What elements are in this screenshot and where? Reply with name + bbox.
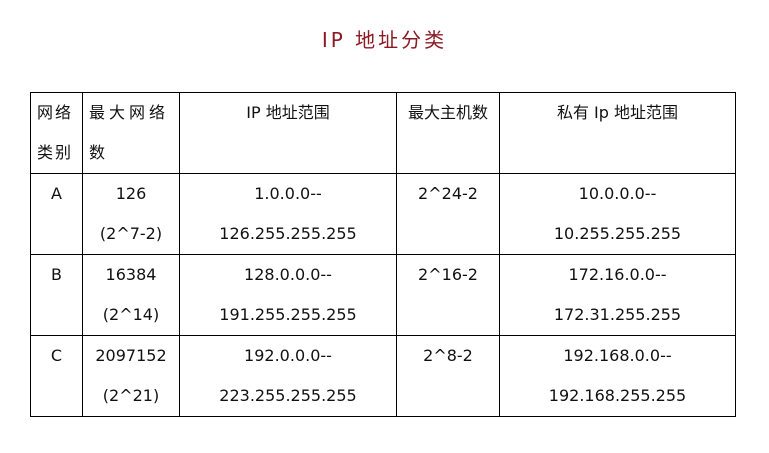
range-start: 128.0.0.0-- [244,265,332,284]
class-cell: C [30,335,83,417]
range-end: 191.255.255.255 [219,305,357,324]
header-text: 类别 [37,143,74,162]
range-end: 223.255.255.255 [219,386,357,405]
ip-range-cell: 128.0.0.0-- 191.255.255.255 [179,254,397,336]
class-cell: A [30,173,83,255]
page-title: IP 地址分类 [321,28,448,52]
header-text: IP 地址范围 [246,103,330,122]
table-row: C 2097152 (2^21) 192.0.0.0-- 223.255.255… [30,335,736,417]
networks-formula: (2^14) [102,305,160,324]
header-max-hosts: 最大主机数 [396,92,500,174]
header-text: 数 [89,143,110,162]
class-cell: B [30,254,83,336]
header-max-networks: 最大网络 数 [82,92,180,174]
ip-range-cell: 1.0.0.0-- 126.255.255.255 [179,173,397,255]
range-end: 192.168.255.255 [548,386,687,405]
table-row: A 126 (2^7-2) 1.0.0.0-- 126.255.255.255 … [30,173,736,255]
range-start: 172.16.0.0-- [568,265,667,284]
networks-formula: (2^21) [102,386,160,405]
max-hosts-cell: 2^16-2 [396,254,500,336]
private-range-cell: 172.16.0.0-- 172.31.255.255 [499,254,736,336]
ip-class-table: 网络 类别 最大网络 数 IP 地址范围 最大主机数 私有 Ip 地址范围 A … [30,92,736,417]
table-header-row: 网络 类别 最大网络 数 IP 地址范围 最大主机数 私有 Ip 地址范围 [30,92,736,174]
header-text: 私有 Ip 地址范围 [556,103,679,122]
header-text: 网络 [37,103,74,122]
header-text: 最大主机数 [407,103,488,122]
header-private-range: 私有 Ip 地址范围 [499,92,736,174]
networks-cell: 126 (2^7-2) [82,173,180,255]
networks-value: 2097152 [95,346,167,365]
ip-range-cell: 192.0.0.0-- 223.255.255.255 [179,335,397,417]
networks-cell: 2097152 (2^21) [82,335,180,417]
range-start: 192.168.0.0-- [563,346,672,365]
header-ip-range: IP 地址范围 [179,92,397,174]
networks-cell: 16384 (2^14) [82,254,180,336]
table-row: B 16384 (2^14) 128.0.0.0-- 191.255.255.2… [30,254,736,336]
networks-value: 126 [115,184,147,203]
networks-value: 16384 [105,265,157,284]
range-end: 172.31.255.255 [553,305,682,324]
range-start: 192.0.0.0-- [244,346,332,365]
header-network-class: 网络 类别 [30,92,83,174]
range-end: 10.255.255.255 [553,224,682,243]
header-text: 最大网络 [89,103,170,122]
max-hosts-cell: 2^8-2 [396,335,500,417]
range-end: 126.255.255.255 [219,224,357,243]
private-range-cell: 10.0.0.0-- 10.255.255.255 [499,173,736,255]
range-start: 10.0.0.0-- [578,184,657,203]
max-hosts-cell: 2^24-2 [396,173,500,255]
networks-formula: (2^7-2) [99,224,163,243]
range-start: 1.0.0.0-- [254,184,322,203]
private-range-cell: 192.168.0.0-- 192.168.255.255 [499,335,736,417]
